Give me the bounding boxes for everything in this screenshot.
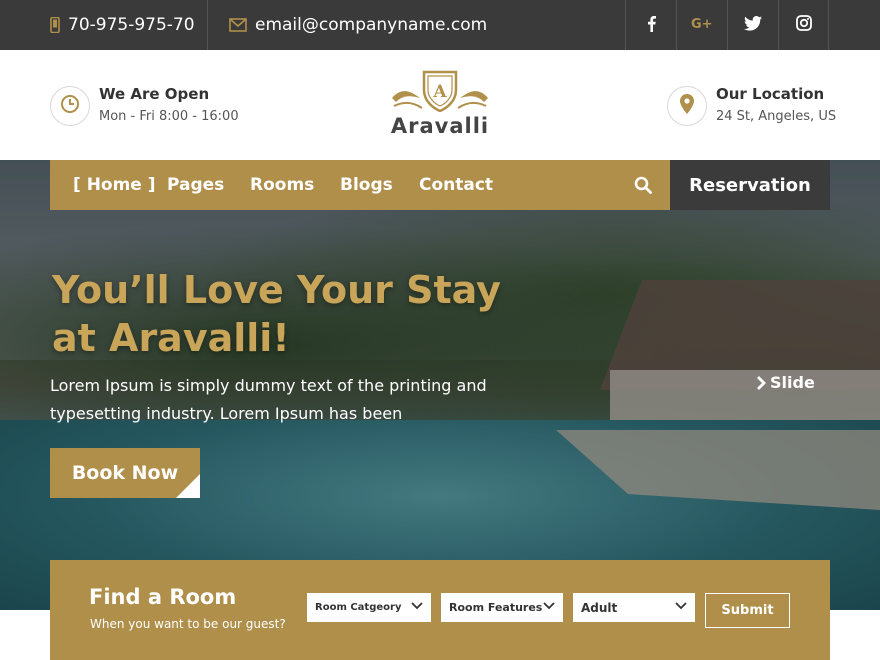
nav-item-blogs[interactable]: Blogs [340,160,393,210]
room-features-label: Room Features [449,601,543,614]
search-button[interactable] [634,176,652,198]
instagram-button[interactable] [778,0,829,50]
hero-headline: You’ll Love Your Stay at Aravalli! [52,266,532,362]
location-info: Our Location 24 St, Angeles, US [667,84,836,127]
envelope-icon [229,18,247,32]
facebook-icon [647,15,656,36]
map-pin-icon [680,93,694,118]
logo-badge-letter: A [432,82,447,102]
hours-title: We Are Open [99,85,210,103]
hero-lead-text: Lorem Ipsum is simply dummy text of the … [50,376,487,423]
opening-hours: We Are Open Mon - Fri 8:00 - 16:00 [50,84,239,127]
topbar-divider [207,0,208,50]
clock-icon-circle [50,85,90,126]
location-icon-circle [667,85,707,126]
top-bar: 70-975-975-70 email@companyname.com G+ [0,0,880,50]
logo-name: Aravalli [390,114,490,138]
book-now-button[interactable]: Book Now [50,448,200,498]
location-text: 24 St, Angeles, US [716,109,837,124]
room-category-select[interactable]: Room Catgeory [307,593,431,622]
find-room-title: Find a Room [89,585,237,609]
google-plus-icon: G+ [691,16,713,34]
location-title: Our Location [716,85,825,103]
slide-label: Slide [770,373,815,392]
nav-item-contact[interactable]: Contact [419,160,493,210]
google-plus-button[interactable]: G+ [676,0,727,50]
social-links: G+ [625,0,829,50]
adult-select[interactable]: Adult [573,593,695,622]
phone-number: 70-975-975-70 [68,15,195,35]
main-nav: [ Home ] Pages Rooms Blogs Contact [50,160,670,210]
chevron-down-icon [543,601,555,614]
email-contact[interactable]: email@companyname.com [229,0,487,50]
nav-item-home[interactable]: [ Home ] [73,160,156,210]
nav-item-rooms[interactable]: Rooms [250,160,314,210]
room-category-label: Room Catgeory [315,602,402,613]
instagram-icon [795,15,812,35]
find-room-subtitle: When you want to be our guest? [90,617,286,631]
chevron-down-icon [675,601,687,614]
find-room-panel: Find a Room When you want to be our gues… [50,560,830,660]
search-icon [634,176,652,198]
phone-contact[interactable]: 70-975-975-70 [50,0,195,50]
nav-item-pages[interactable]: Pages [167,160,224,210]
clock-icon [60,94,80,118]
svg-text:G+: G+ [691,17,713,30]
chevron-right-icon [756,375,766,390]
adult-label: Adult [581,600,618,615]
email-address: email@companyname.com [255,15,488,35]
twitter-icon [744,15,762,35]
site-header: We Are Open Mon - Fri 8:00 - 16:00 A Ara… [0,50,880,160]
reservation-button[interactable]: Reservation [670,160,830,210]
chevron-down-icon [411,601,423,614]
site-logo[interactable]: A Aravalli [385,68,495,138]
hero-headline-line2: at Aravalli! [52,316,290,360]
hero-headline-line1: You’ll Love Your Stay [52,268,501,312]
submit-button[interactable]: Submit [705,593,790,628]
room-features-select[interactable]: Room Features [441,593,563,622]
hours-text: Mon - Fri 8:00 - 16:00 [99,109,239,124]
phone-icon [50,17,60,33]
slide-next-button[interactable]: Slide [756,373,815,392]
twitter-button[interactable] [727,0,778,50]
facebook-button[interactable] [625,0,676,50]
